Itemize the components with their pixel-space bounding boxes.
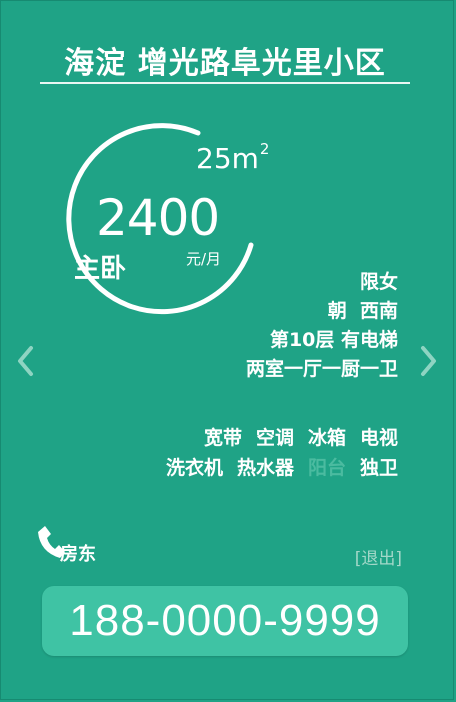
amenity-private-bath: 独卫 [359,457,398,479]
amenity-water-heater: 热水器 [236,457,294,479]
amenity-tv: 电视 [359,427,398,449]
room-type: 主卧 [74,254,127,284]
phone-number: 188-0000-9999 [69,596,381,645]
detail-orientation: 朝 西南 [327,300,398,322]
listing-details: 限女 朝 西南 第10层 有电梯 两室一厅一厨一卫 [246,268,398,384]
detail-gender: 限女 [359,271,398,293]
area-unit-sup: 2 [259,140,270,158]
amenities: 宽带 空调 冰箱 电视 洗衣机 热水器 阳台 独卫 [98,423,398,483]
price-value: 2400 [96,189,220,247]
amenity-balcony-unavailable: 阳台 [307,457,346,479]
landlord-label: 房东 [60,544,96,565]
area-value: 25m2 [196,140,269,175]
call-phone-button[interactable]: 188-0000-9999 [42,586,408,656]
amenity-washer: 洗衣机 [165,457,223,479]
amenities-row: 洗衣机 热水器 阳台 独卫 [98,453,398,483]
title-underline [40,82,410,84]
amenity-air-conditioner: 空调 [255,427,294,449]
amenities-row: 宽带 空调 冰箱 电视 [98,423,398,453]
amenity-fridge: 冰箱 [307,427,346,449]
amenity-broadband: 宽带 [203,427,242,449]
logout-link[interactable]: [退出] [355,544,402,569]
area-number: 25m [196,142,259,175]
listing-title: 海淀 增光路阜光里小区 [64,46,386,81]
chevron-right-icon[interactable] [418,344,438,378]
detail-floor: 第10层 有电梯 [269,329,398,351]
detail-layout: 两室一厅一厨一卫 [245,358,398,380]
chevron-left-icon[interactable] [16,344,36,378]
price-unit: 元/月 [186,250,222,268]
